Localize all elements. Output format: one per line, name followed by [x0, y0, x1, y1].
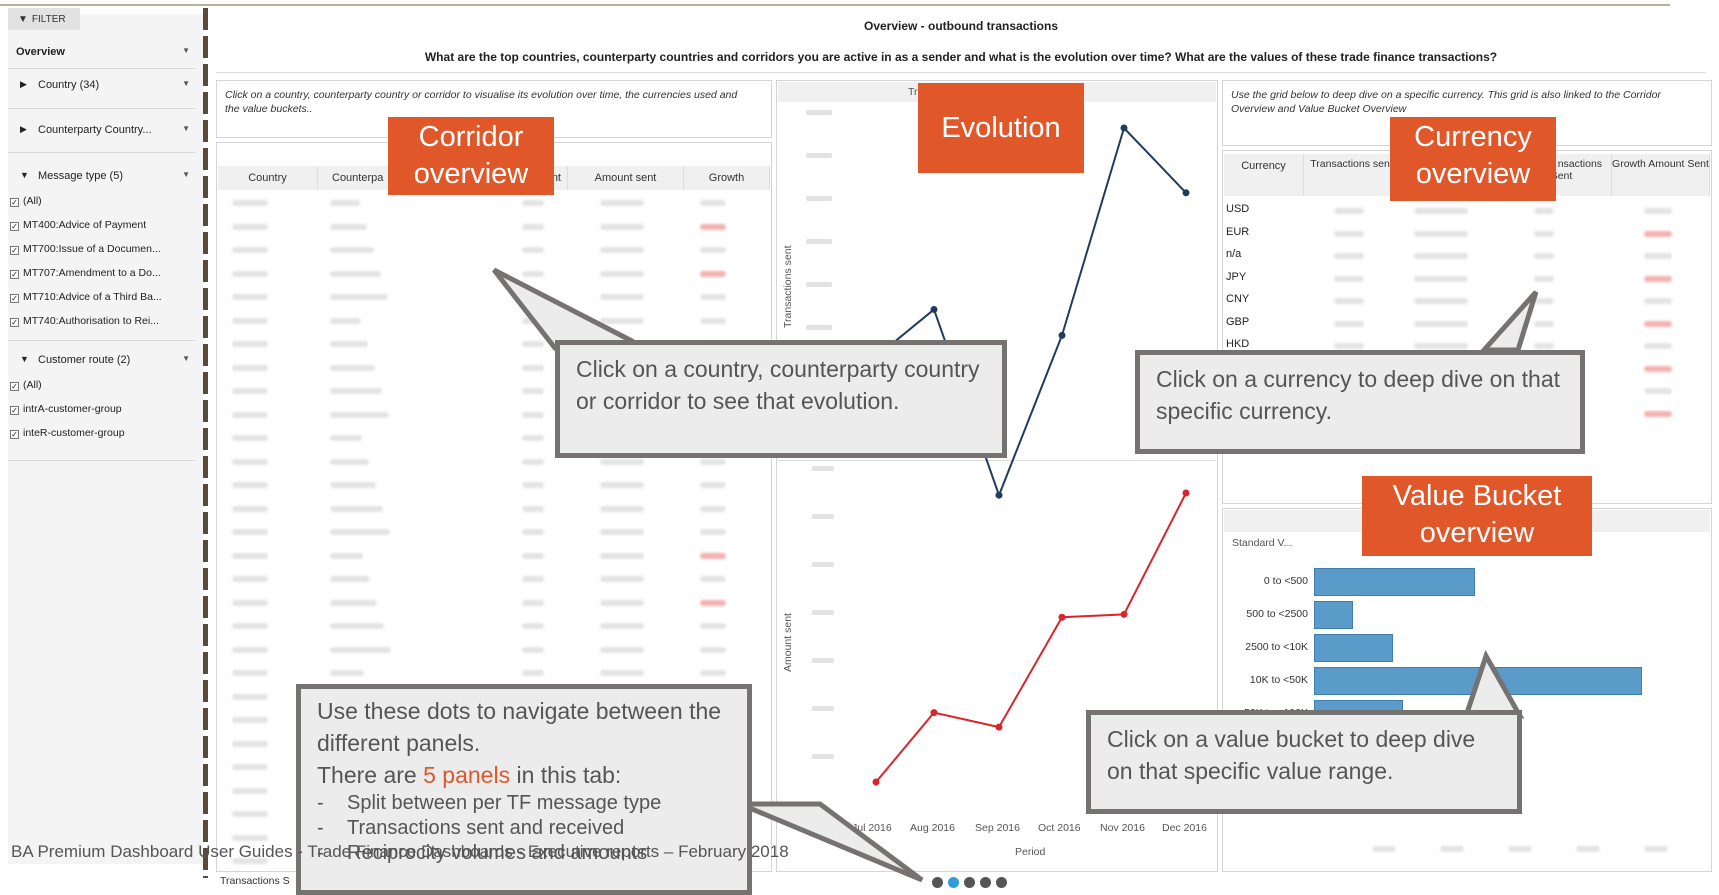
- panel-dot[interactable]: [964, 877, 975, 888]
- footer-text: BA Premium Dashboard User Guides - Trade…: [11, 842, 789, 861]
- dots-callout: Use these dots to navigate between the d…: [296, 684, 752, 895]
- panel-dot[interactable]: [996, 877, 1007, 888]
- dots-callout-text: Use these dots to navigate between the d…: [317, 698, 722, 756]
- panel-list-item: Split between per TF message type: [317, 791, 731, 816]
- dots-callout-count: There are 5 panels in this tab:: [317, 762, 622, 788]
- panel-dot-active[interactable]: [948, 877, 959, 888]
- transactions-sent-stub: Transactions S: [220, 875, 290, 887]
- value-bucket-callout: Click on a value bucket to deep dive on …: [1086, 710, 1522, 814]
- panel-list-item: Transactions sent and received: [317, 816, 731, 841]
- currency-callout: Click on a currency to deep dive on that…: [1135, 350, 1585, 454]
- panel-count: 5 panels: [423, 762, 511, 788]
- corridor-callout: Click on a country, counterparty country…: [555, 340, 1007, 458]
- panel-dot[interactable]: [980, 877, 991, 888]
- panel-dot[interactable]: [932, 877, 943, 888]
